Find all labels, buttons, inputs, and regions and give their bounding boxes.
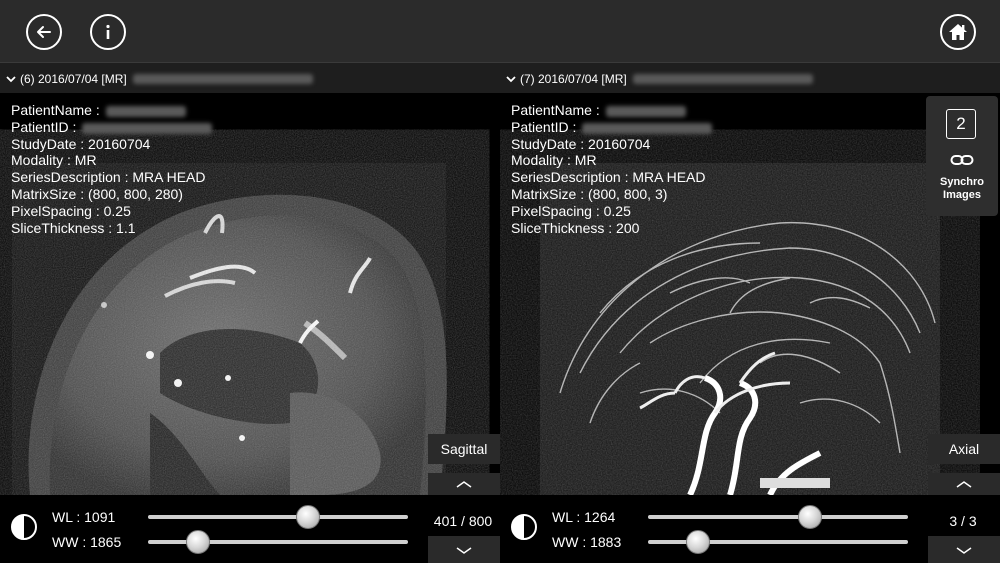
- slice-counter: 401 / 800: [433, 513, 493, 529]
- slice-up-button[interactable]: [428, 473, 500, 495]
- chevron-down-icon: [456, 546, 472, 554]
- slice-thickness: SliceThickness : 1.1: [11, 219, 136, 236]
- redacted-text: [605, 105, 686, 117]
- ww-label: WW : 1883: [552, 534, 622, 550]
- synchro-label-line1: Synchro: [939, 176, 984, 188]
- patient-id-label: PatientID :: [511, 118, 577, 135]
- chevron-down-icon[interactable]: [506, 74, 516, 84]
- patient-name-label: PatientName :: [511, 102, 600, 118]
- series-header-label: (6) 2016/07/04 [MR]: [20, 71, 127, 86]
- ww-slider-thumb[interactable]: [186, 530, 211, 554]
- matrix-size: MatrixSize : (800, 800, 3): [511, 185, 668, 202]
- top-toolbar: [0, 0, 1000, 62]
- viewer-panel-left: (6) 2016/07/04 [MR] PatientName: Patien…: [0, 62, 500, 563]
- ww-slider[interactable]: [148, 530, 408, 554]
- chevron-up-icon: [956, 481, 972, 488]
- wl-label: WL : 1091: [52, 509, 116, 525]
- chevron-up-icon: [456, 481, 472, 488]
- orientation-button[interactable]: Axial: [928, 434, 1000, 464]
- info-icon: [106, 24, 110, 39]
- redacted-text: [82, 122, 213, 134]
- slice-counter: 3 / 3: [949, 513, 977, 529]
- ww-label: WW : 1865: [52, 534, 122, 550]
- patient-name-row: PatientName :: [11, 102, 212, 119]
- study-date: StudyDate : 20160704: [11, 135, 151, 152]
- slice-down-button[interactable]: [928, 536, 1000, 563]
- series-header[interactable]: (7) 2016/07/04 [MR]: [500, 62, 1000, 94]
- chevron-down-icon[interactable]: [6, 74, 16, 84]
- pixel-spacing: PixelSpacing : 0.25: [511, 202, 631, 219]
- wl-slider[interactable]: [148, 505, 408, 529]
- ww-slider-thumb[interactable]: [686, 530, 711, 554]
- contrast-icon[interactable]: [10, 513, 38, 541]
- series-header[interactable]: (6) 2016/07/04 [MR]: [0, 62, 500, 94]
- series-description: SeriesDescription : MRA HEAD: [511, 169, 706, 186]
- synchro-label: Synchro Images: [926, 176, 998, 202]
- info-button[interactable]: [90, 14, 126, 50]
- patient-name-label: PatientName :: [11, 102, 100, 118]
- matrix-size: MatrixSize : (800, 800, 280): [11, 185, 183, 202]
- home-icon: [949, 24, 967, 40]
- home-button[interactable]: [940, 14, 976, 50]
- slice-thickness: SliceThickness : 200: [511, 219, 640, 236]
- wl-slider-thumb[interactable]: [798, 505, 823, 529]
- synchro-images-button[interactable]: 2 Synchro Images: [926, 96, 998, 216]
- slice-down-button[interactable]: [428, 536, 500, 563]
- modality: Modality : MR: [511, 152, 597, 169]
- image-viewport[interactable]: PatientName : PatientID : StudyDate : 20…: [500, 93, 1000, 495]
- patient-name-row: PatientName :: [511, 102, 712, 119]
- series-header-label: (7) 2016/07/04 [MR]: [520, 71, 627, 86]
- study-date: StudyDate : 20160704: [511, 135, 651, 152]
- image-viewport[interactable]: PatientName : PatientID : StudyDate : 20…: [0, 93, 500, 495]
- redacted-text: [582, 122, 713, 134]
- synchro-label-line2: Images: [943, 189, 981, 201]
- link-icon: [950, 155, 974, 165]
- series-description: SeriesDescription : MRA HEAD: [11, 169, 206, 186]
- patient-id-label: PatientID :: [11, 118, 77, 135]
- patient-id-row: PatientID :: [511, 118, 713, 136]
- redacted-text: [632, 73, 813, 84]
- window-level-controls: WL : 1091 WW : 1865 401 / 800: [0, 495, 500, 563]
- chevron-down-icon: [956, 546, 972, 554]
- dicom-info-overlay: PatientName : PatientID : StudyDate : 20…: [11, 102, 213, 236]
- contrast-icon[interactable]: [510, 513, 538, 541]
- wl-slider-thumb[interactable]: [295, 505, 320, 529]
- redacted-text: [105, 105, 186, 117]
- wl-slider[interactable]: [648, 505, 908, 529]
- slice-up-button[interactable]: [928, 473, 1000, 495]
- orientation-button[interactable]: Sagittal: [428, 434, 500, 464]
- viewer-panel-right: (7) 2016/07/04 [MR] PatientName: Patien…: [500, 62, 1000, 563]
- pixel-spacing: PixelSpacing : 0.25: [11, 202, 131, 219]
- redacted-text: [132, 73, 313, 84]
- back-button[interactable]: [26, 14, 62, 50]
- ww-slider[interactable]: [648, 530, 908, 554]
- arrow-left-icon: [37, 26, 51, 38]
- modality: Modality : MR: [11, 152, 97, 169]
- synchro-count: 2: [946, 109, 976, 139]
- patient-id-row: PatientID :: [11, 118, 213, 136]
- window-level-controls: WL : 1264 WW : 1883 3 / 3: [500, 495, 1000, 563]
- dicom-info-overlay: PatientName : PatientID : StudyDate : 20…: [511, 102, 713, 236]
- wl-label: WL : 1264: [552, 509, 616, 525]
